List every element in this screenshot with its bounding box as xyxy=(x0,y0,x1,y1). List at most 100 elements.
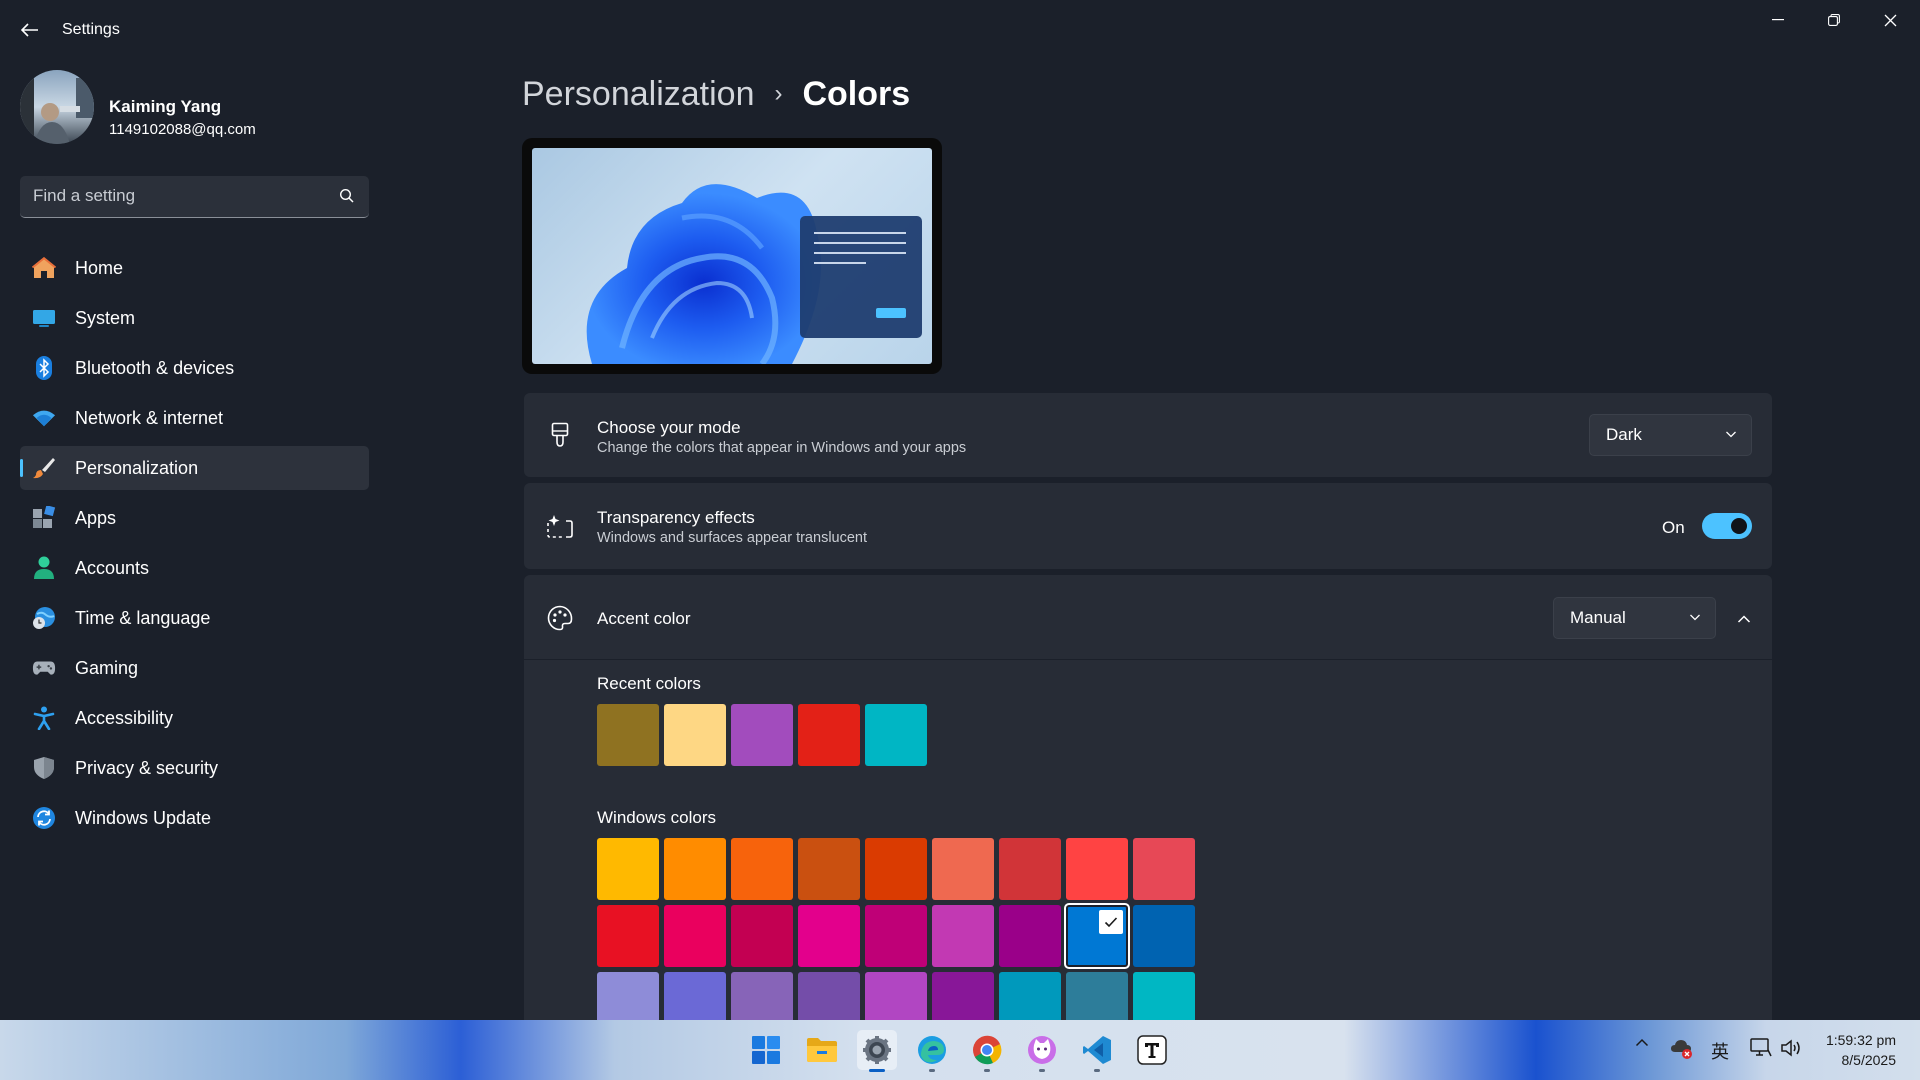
windows-color-swatch[interactable] xyxy=(731,905,793,967)
search-input[interactable] xyxy=(33,176,333,216)
windows-color-swatch[interactable] xyxy=(932,838,994,900)
windows-color-swatch[interactable] xyxy=(932,905,994,967)
recent-color-swatch[interactable] xyxy=(597,704,659,766)
volume-icon xyxy=(1781,1039,1800,1057)
transparency-card: Transparency effects Windows and surface… xyxy=(524,483,1772,569)
sidebar-item-bluetooth[interactable]: Bluetooth & devices xyxy=(20,346,369,390)
checkmark-icon xyxy=(1099,910,1123,934)
taskbar-chrome[interactable] xyxy=(967,1030,1007,1072)
windows-color-swatch[interactable] xyxy=(865,905,927,967)
sidebar-item-system[interactable]: System xyxy=(20,296,369,340)
active-indicator xyxy=(20,459,23,477)
sidebar-item-label: System xyxy=(75,307,136,328)
restore-icon xyxy=(1828,14,1840,26)
sidebar-item-personalization[interactable]: Personalization xyxy=(20,446,369,490)
sidebar-item-apps[interactable]: Apps xyxy=(20,496,369,540)
windows-color-swatch[interactable] xyxy=(731,838,793,900)
sidebar-item-privacy-security[interactable]: Privacy & security xyxy=(20,746,369,790)
minimize-button[interactable] xyxy=(1750,0,1806,40)
breadcrumb-parent[interactable]: Personalization xyxy=(522,75,754,114)
ime-indicator[interactable]: 英 xyxy=(1710,1038,1730,1064)
tray-network[interactable] xyxy=(1749,1038,1773,1058)
taskbar-edge[interactable] xyxy=(912,1030,952,1072)
windows-color-swatch[interactable] xyxy=(999,838,1061,900)
clock-time: 1:59:32 pm xyxy=(1825,1032,1896,1048)
tray-volume[interactable] xyxy=(1779,1038,1803,1058)
taskbar-clock[interactable]: 1:59:32 pm 8/5/2025 xyxy=(1826,1030,1896,1070)
system-icon xyxy=(32,306,56,330)
home-icon xyxy=(32,256,56,280)
wifi-icon xyxy=(32,406,56,430)
network-icon xyxy=(1750,1038,1772,1057)
search-box[interactable] xyxy=(20,176,369,218)
sidebar-item-accessibility[interactable]: Accessibility xyxy=(20,696,369,740)
windows-color-swatch[interactable] xyxy=(1066,838,1128,900)
bluetooth-icon xyxy=(32,356,56,380)
tray-overflow-button[interactable] xyxy=(1632,1038,1652,1047)
breadcrumb: Personalization › Colors xyxy=(522,70,910,118)
windows-color-swatch[interactable] xyxy=(798,905,860,967)
sidebar-item-gaming[interactable]: Gaming xyxy=(20,646,369,690)
windows-color-swatch[interactable] xyxy=(597,838,659,900)
sidebar-item-label: Privacy & security xyxy=(75,757,219,778)
preview-wallpaper xyxy=(532,148,932,364)
windows-color-swatch[interactable] xyxy=(597,905,659,967)
file-explorer-icon xyxy=(807,1038,837,1062)
breadcrumb-separator: › xyxy=(774,80,783,107)
search-icon[interactable] xyxy=(339,188,355,204)
accent-dropdown-value: Manual xyxy=(1570,608,1626,627)
toggle-knob xyxy=(1731,518,1747,534)
accent-divider xyxy=(524,659,1772,660)
transparency-title: Transparency effects xyxy=(597,508,755,527)
start-icon xyxy=(752,1036,780,1064)
windows-color-swatch[interactable] xyxy=(999,905,1061,967)
windows-color-swatch[interactable] xyxy=(798,838,860,900)
chrome-icon xyxy=(973,1035,1002,1065)
accent-dropdown[interactable]: Manual xyxy=(1553,597,1716,639)
taskbar-settings[interactable] xyxy=(857,1030,897,1072)
chevron-up-icon xyxy=(1635,1038,1649,1047)
mode-dropdown[interactable]: Dark xyxy=(1589,414,1752,456)
mode-title: Choose your mode xyxy=(597,418,741,437)
recent-color-swatch[interactable] xyxy=(865,704,927,766)
running-indicator xyxy=(984,1069,990,1072)
collapse-button[interactable] xyxy=(1728,603,1760,635)
windows-color-swatch-selected[interactable] xyxy=(1064,903,1130,969)
taskbar-cat-app[interactable] xyxy=(1022,1030,1062,1072)
taskbar-typora[interactable] xyxy=(1132,1030,1172,1070)
transparency-toggle[interactable] xyxy=(1702,513,1752,539)
edge-icon xyxy=(918,1036,946,1064)
windows-color-swatch[interactable] xyxy=(1133,905,1195,967)
windows-color-swatch[interactable] xyxy=(664,905,726,967)
taskbar-file-explorer[interactable] xyxy=(802,1030,842,1070)
start-button[interactable] xyxy=(746,1030,786,1070)
back-button[interactable] xyxy=(14,14,46,46)
sidebar-item-home[interactable]: Home xyxy=(20,246,369,290)
windows-color-swatch[interactable] xyxy=(1133,838,1195,900)
sidebar-item-time-language[interactable]: Time & language xyxy=(20,596,369,640)
recent-color-swatch[interactable] xyxy=(664,704,726,766)
running-indicator xyxy=(1039,1069,1045,1072)
tray-onedrive[interactable] xyxy=(1670,1038,1694,1060)
profile-card[interactable]: Kaiming Yang 1149102088@qq.com xyxy=(20,70,360,146)
sidebar: Kaiming Yang 1149102088@qq.com Home Syst… xyxy=(0,60,380,1020)
mode-subtitle: Change the colors that appear in Windows… xyxy=(597,440,967,456)
transparency-subtitle: Windows and surfaces appear translucent xyxy=(597,530,868,546)
sidebar-item-network[interactable]: Network & internet xyxy=(20,396,369,440)
taskbar-vscode[interactable] xyxy=(1077,1030,1117,1072)
restore-button[interactable] xyxy=(1806,0,1862,40)
mode-card: Choose your mode Change the colors that … xyxy=(524,393,1772,477)
windows-color-swatch[interactable] xyxy=(664,838,726,900)
app-title: Settings xyxy=(62,21,120,38)
sidebar-item-label: Home xyxy=(75,257,124,278)
windows-color-swatch[interactable] xyxy=(865,838,927,900)
running-indicator xyxy=(869,1069,885,1072)
clock-date: 8/5/2025 xyxy=(1841,1052,1897,1068)
sidebar-item-windows-update[interactable]: Windows Update xyxy=(20,796,369,840)
sidebar-item-accounts[interactable]: Accounts xyxy=(20,546,369,590)
sidebar-item-label: Bluetooth & devices xyxy=(75,357,235,378)
chevron-down-icon xyxy=(1690,614,1700,621)
recent-color-swatch[interactable] xyxy=(731,704,793,766)
recent-color-swatch[interactable] xyxy=(798,704,860,766)
close-button[interactable] xyxy=(1862,0,1918,40)
